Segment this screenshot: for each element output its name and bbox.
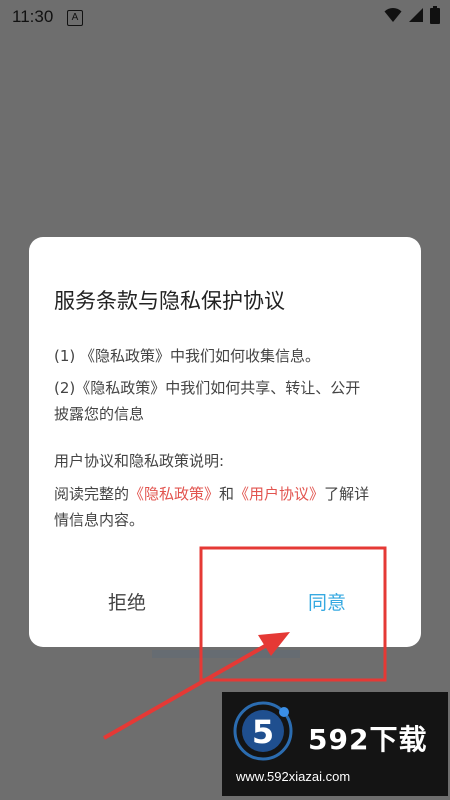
watermark-logo: 5 — [233, 701, 293, 761]
item-2-text: (2)《隐私政策》中我们如何共享、转让、公开 披露您的信息 — [54, 375, 399, 427]
wifi-icon — [384, 7, 402, 22]
item-2-line-1: (2)《隐私政策》中我们如何共享、转让、公开 — [54, 379, 361, 397]
and-text: 和 — [219, 485, 235, 503]
item-1-text: (1) 《隐私政策》中我们如何收集信息。 — [54, 347, 321, 365]
signal-icon — [409, 8, 423, 22]
privacy-policy-link[interactable]: 《隐私政策》 — [129, 485, 219, 503]
note-heading: 用户协议和隐私政策说明: — [54, 452, 225, 470]
watermark-banner: 5 592下载 www.592xiazai.com — [222, 692, 448, 796]
status-time: 11:30 — [12, 7, 54, 26]
agree-button[interactable]: 同意 — [267, 587, 387, 619]
notification-a-icon: A — [67, 10, 83, 26]
watermark-brand: 592下载 — [308, 723, 428, 756]
read-line-1: 阅读完整的《隐私政策》和《用户协议》了解详 — [54, 481, 399, 507]
dialog-title: 服务条款与隐私保护协议 — [54, 289, 285, 313]
background-bar — [152, 650, 300, 658]
watermark-logo-digit: 5 — [252, 713, 274, 751]
item-2-line-2: 披露您的信息 — [54, 405, 145, 423]
terms-privacy-dialog: 服务条款与隐私保护协议 (1) 《隐私政策》中我们如何收集信息。 (2)《隐私政… — [29, 237, 421, 647]
read-suffix: 了解详 — [324, 485, 370, 503]
watermark-url: www.592xiazai.com — [236, 769, 351, 784]
read-line-2: 情信息内容。 — [54, 511, 145, 529]
battery-icon — [430, 6, 440, 24]
status-bar: 11:30 A — [0, 0, 450, 34]
read-prefix: 阅读完整的 — [54, 485, 130, 503]
user-agreement-link[interactable]: 《用户协议》 — [234, 485, 324, 503]
status-icons — [384, 6, 440, 24]
decline-button[interactable]: 拒绝 — [67, 587, 187, 619]
read-full-text: 阅读完整的《隐私政策》和《用户协议》了解详 情信息内容。 — [54, 481, 399, 533]
